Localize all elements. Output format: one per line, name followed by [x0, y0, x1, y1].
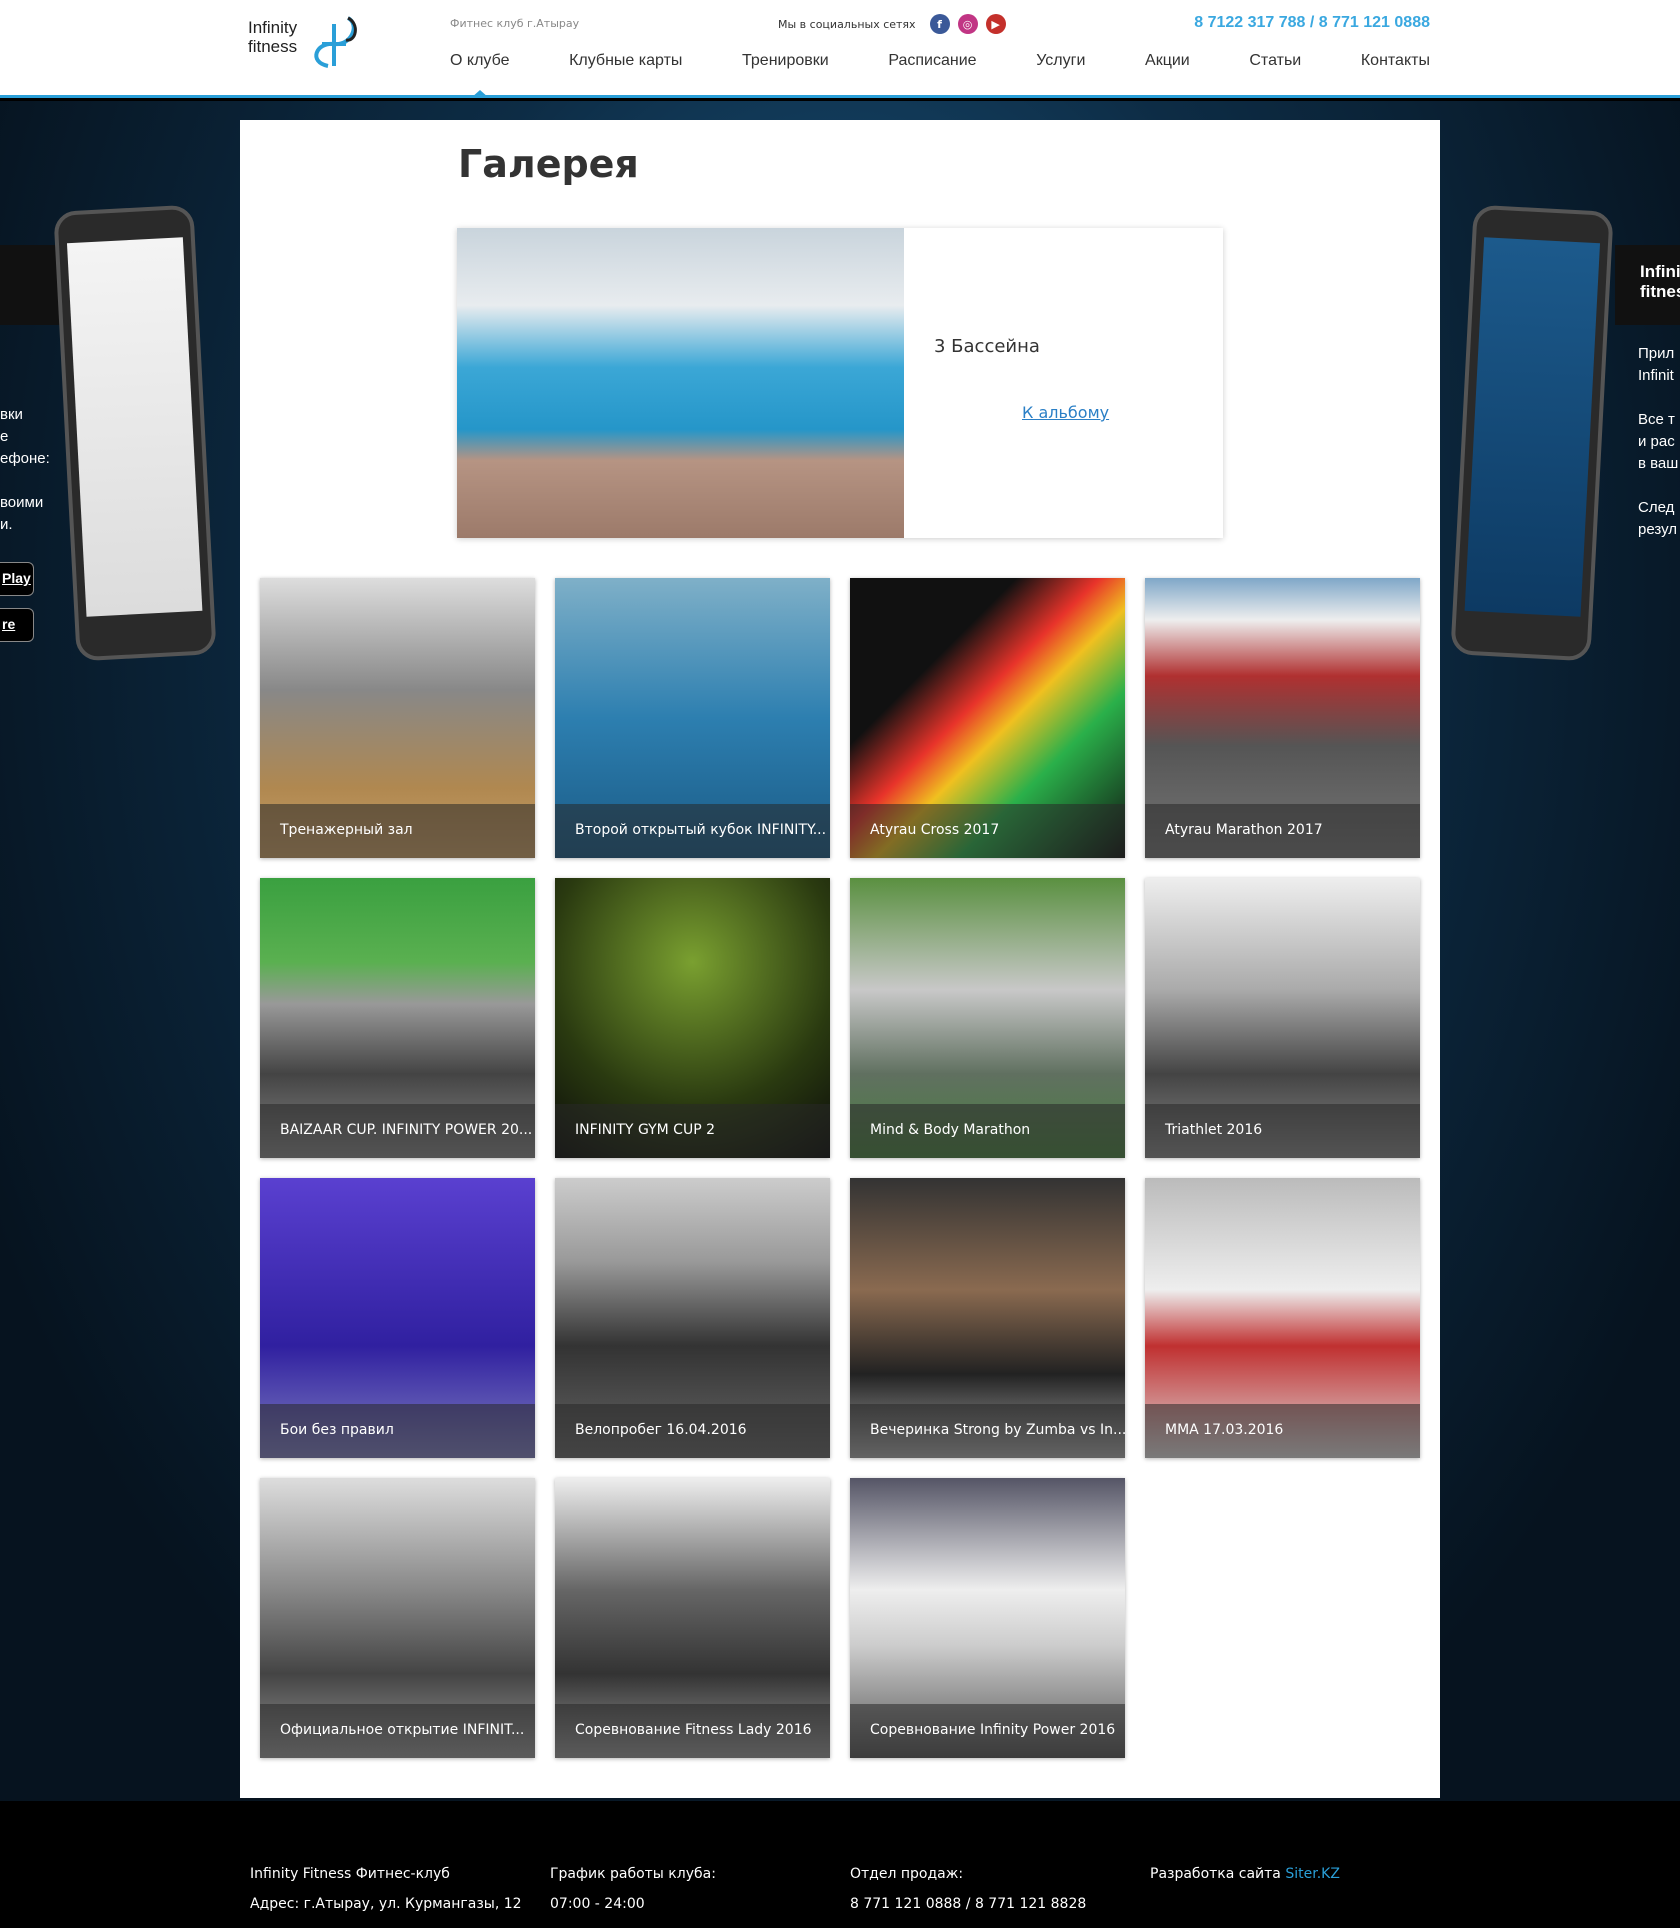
- facebook-icon[interactable]: f: [929, 14, 950, 34]
- tagline: Фитнес клуб г.Атырау: [450, 17, 580, 30]
- album-tile[interactable]: Atyrau Marathon 2017: [1145, 578, 1420, 858]
- nav-promotions[interactable]: Акции: [1145, 52, 1190, 70]
- to-album-link[interactable]: К альбому: [1022, 403, 1109, 422]
- album-tile[interactable]: Велопробег 16.04.2016: [555, 1178, 830, 1458]
- main-nav: О клубе Клубные карты Тренировки Расписа…: [450, 52, 1430, 70]
- album-tile[interactable]: Соревнование Infinity Power 2016: [850, 1478, 1125, 1758]
- album-title: Mind & Body Marathon: [850, 1104, 1125, 1158]
- google-play-button[interactable]: Play: [0, 562, 34, 596]
- album-tile[interactable]: Atyrau Cross 2017: [850, 578, 1125, 858]
- album-title: Соревнование Infinity Power 2016: [850, 1704, 1125, 1758]
- album-title: Atyrau Cross 2017: [850, 804, 1125, 858]
- nav-trainings[interactable]: Тренировки: [742, 52, 829, 70]
- nav-schedule[interactable]: Расписание: [888, 52, 976, 70]
- featured-album[interactable]: 3 Бассейна К альбому: [457, 228, 1223, 538]
- album-tile[interactable]: Соревнование Fitness Lady 2016: [555, 1478, 830, 1758]
- phone-mockup-left: [53, 204, 217, 662]
- album-title: Второй открытый кубок INFINITY...: [555, 804, 830, 858]
- app-store-button[interactable]: re: [0, 608, 34, 642]
- album-tile[interactable]: Бои без правил: [260, 1178, 535, 1458]
- footer: Infinity Fitness Фитнес-клуб Адрес: г.Аты…: [0, 1801, 1680, 1928]
- album-tile[interactable]: Официальное открытие INFINIT...: [260, 1478, 535, 1758]
- footer-developer: Разработка сайта Siter.KZ: [1150, 1866, 1340, 1882]
- logo[interactable]: Infinity fitness: [248, 16, 363, 68]
- album-title: BAIZAAR CUP. INFINITY POWER 20...: [260, 1104, 535, 1158]
- album-tile[interactable]: Вечеринка Strong by Zumba vs In...: [850, 1178, 1125, 1458]
- nav-about[interactable]: О клубе: [450, 52, 509, 70]
- footer-about: Infinity Fitness Фитнес-клуб Адрес: г.Аты…: [250, 1866, 522, 1912]
- album-title: MMA 17.03.2016: [1145, 1404, 1420, 1458]
- page-title: Галерея: [458, 142, 639, 186]
- album-tile[interactable]: MMA 17.03.2016: [1145, 1178, 1420, 1458]
- infinity-logo-icon: [314, 16, 357, 68]
- nav-services[interactable]: Услуги: [1036, 52, 1085, 70]
- album-title: Atyrau Marathon 2017: [1145, 804, 1420, 858]
- youtube-icon[interactable]: ▶: [985, 14, 1006, 34]
- featured-album-name: 3 Бассейна: [934, 336, 1040, 357]
- instagram-icon[interactable]: ◎: [957, 14, 978, 34]
- side-banner-right-logo: Infini fitnes: [1640, 262, 1680, 301]
- album-tile[interactable]: Triathlet 2016: [1145, 878, 1420, 1158]
- album-tile[interactable]: Тренажерный зал: [260, 578, 535, 858]
- phone-numbers[interactable]: 8 7122 317 788 / 8 771 121 0888: [1194, 14, 1430, 32]
- developer-link[interactable]: Siter.KZ: [1285, 1866, 1340, 1882]
- album-title: Тренажерный зал: [260, 804, 535, 858]
- album-title: Велопробег 16.04.2016: [555, 1404, 830, 1458]
- album-title: Triathlet 2016: [1145, 1104, 1420, 1158]
- nav-articles[interactable]: Статьи: [1249, 52, 1301, 70]
- album-title: Бои без правил: [260, 1404, 535, 1458]
- phone-mockup-right: [1450, 204, 1614, 662]
- album-title: Соревнование Fitness Lady 2016: [555, 1704, 830, 1758]
- active-nav-indicator: [471, 90, 489, 98]
- album-title: Вечеринка Strong by Zumba vs In...: [850, 1404, 1125, 1458]
- footer-sales: Отдел продаж: 8 771 121 0888 / 8 771 121 …: [850, 1866, 1087, 1912]
- album-tile[interactable]: Второй открытый кубок INFINITY...: [555, 578, 830, 858]
- album-title: Официальное открытие INFINIT...: [260, 1704, 535, 1758]
- featured-album-image[interactable]: [457, 228, 904, 538]
- side-banner-left-text: вки е ефоне: воими и.: [0, 406, 50, 533]
- footer-hours: График работы клуба: 07:00 - 24:00: [550, 1866, 716, 1912]
- side-banner-right-text: Прил Infinit Все т и рас в ваш След резу…: [1638, 345, 1679, 538]
- social-links: Мы в социальных сетях f ◎ ▶: [778, 14, 1006, 34]
- album-title: INFINITY GYM CUP 2: [555, 1104, 830, 1158]
- nav-contacts[interactable]: Контакты: [1361, 52, 1430, 70]
- nav-club-cards[interactable]: Клубные карты: [569, 52, 682, 70]
- album-tile[interactable]: INFINITY GYM CUP 2: [555, 878, 830, 1158]
- album-tile[interactable]: Mind & Body Marathon: [850, 878, 1125, 1158]
- gallery-container: Галерея 3 Бассейна К альбому Тренажерный…: [240, 120, 1440, 1798]
- album-tile[interactable]: BAIZAAR CUP. INFINITY POWER 20...: [260, 878, 535, 1158]
- site-header: Infinity fitness Фитнес клуб г.Атырау Мы…: [0, 0, 1680, 98]
